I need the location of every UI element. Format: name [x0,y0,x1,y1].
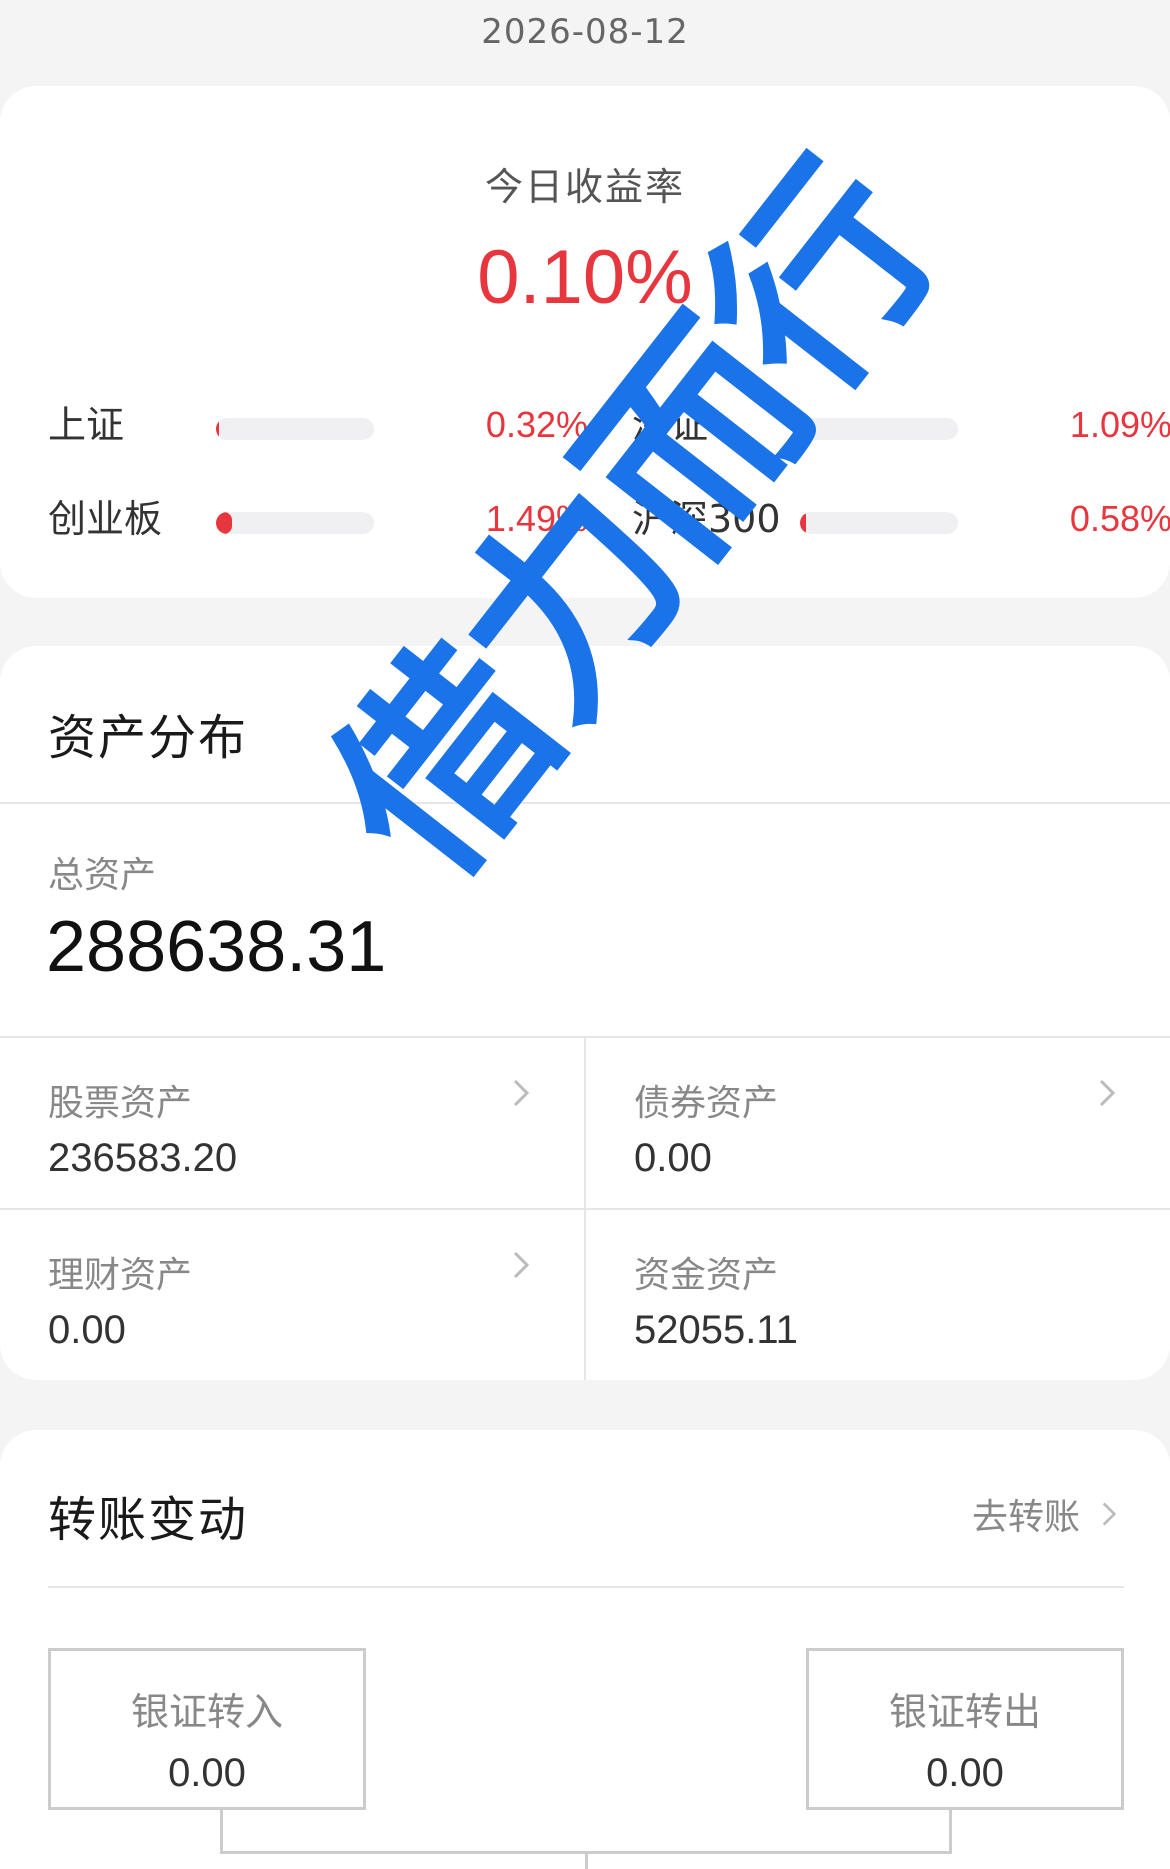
index-bar-fill [800,418,812,440]
flow-connector [220,1810,952,1854]
wealth-assets-label: 理财资产 [48,1255,193,1296]
divider [48,1586,1124,1588]
index-row-csi300: 沪深300 0.58% [632,494,1170,544]
wealth-assets-value: 0.00 [48,1308,126,1352]
bank-in-box[interactable]: 银证转入 0.00 [48,1648,366,1810]
cash-assets-cell: 资金资产 52055.11 [586,1208,1170,1380]
index-name: 创业板 [48,497,163,541]
today-return-label: 今日收益率 [484,165,685,209]
flow-connector-stem [585,1854,588,1869]
transfer-section-title: 转账变动 [48,1492,249,1548]
index-bar-fill [216,512,232,534]
bank-out-label: 银证转出 [888,1690,1041,1734]
total-assets-value: 288638.31 [46,907,387,987]
page: 2026-08-12 今日收益率 0.10% 上证 0.32% 深证 1.09%… [0,0,1170,1869]
chevron-right-icon [1102,1502,1117,1526]
index-value: 0.32% [485,404,588,445]
index-row-shanghai: 上证 0.32% [48,400,588,450]
chevron-right-icon [1099,1079,1116,1107]
index-bar [216,512,374,534]
index-row-chinext: 创业板 1.49% [48,494,588,544]
stock-assets-label: 股票资产 [48,1083,193,1124]
index-value: 0.58% [1069,498,1170,539]
bank-out-box[interactable]: 银证转出 0.00 [806,1648,1124,1810]
index-bar-fill [800,512,807,534]
index-name: 沪深300 [632,497,781,541]
index-value: 1.09% [1069,404,1170,445]
bond-assets-cell[interactable]: 债券资产 0.00 [586,1036,1170,1208]
bank-in-label: 银证转入 [130,1690,283,1734]
index-bar-fill [216,418,220,440]
index-value: 1.49% [485,498,588,539]
index-name: 深证 [632,403,709,447]
divider [584,1036,586,1380]
bond-assets-value: 0.00 [634,1136,712,1180]
asset-section-title: 资产分布 [48,710,249,766]
index-bar [800,418,958,440]
index-bar [800,512,958,534]
transfer-card: 转账变动 去转账 银证转入 0.00 银证转出 0.00 [0,1430,1170,1869]
index-bar [216,418,374,440]
chevron-right-icon [513,1251,530,1279]
total-assets-label: 总资产 [48,855,157,896]
asset-distribution-card: 资产分布 总资产 288638.31 股票资产 236583.20 债券资产 0… [0,646,1170,1380]
today-return-card: 今日收益率 0.10% 上证 0.32% 深证 1.09% 创业板 1.49% … [0,86,1170,598]
cash-assets-label: 资金资产 [634,1255,779,1296]
wealth-assets-cell[interactable]: 理财资产 0.00 [0,1208,584,1380]
stock-assets-cell[interactable]: 股票资产 236583.20 [0,1036,584,1208]
goto-transfer-link[interactable]: 去转账 [972,1488,1124,1540]
cash-assets-value: 52055.11 [634,1308,798,1352]
stock-assets-value: 236583.20 [48,1136,238,1180]
bank-out-value: 0.00 [926,1751,1004,1795]
today-return-value: 0.10% [477,235,693,320]
goto-transfer-label: 去转账 [971,1497,1080,1538]
chevron-right-icon [513,1079,530,1107]
divider [0,802,1170,804]
bank-in-value: 0.00 [168,1751,246,1795]
index-row-shenzhen: 深证 1.09% [632,400,1170,450]
index-name: 上证 [48,403,125,447]
bond-assets-label: 债券资产 [634,1083,779,1124]
date-label: 2026-08-12 [481,12,689,52]
